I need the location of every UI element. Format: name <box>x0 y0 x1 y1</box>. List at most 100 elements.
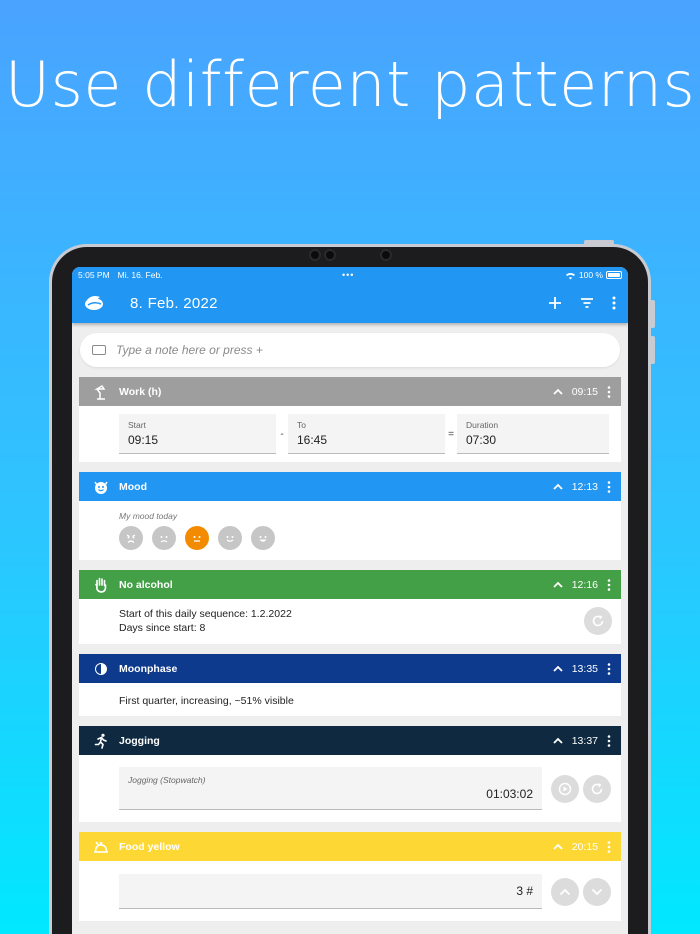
add-icon[interactable] <box>548 296 562 310</box>
counter-field[interactable]: 3 # <box>119 874 542 910</box>
sequence-start-text: Start of this daily sequence: 1.2.2022 <box>119 608 292 620</box>
note-input[interactable]: Type a note here or press + <box>80 333 620 367</box>
separator-dash: - <box>280 428 284 440</box>
mood-faces <box>119 526 613 550</box>
smiley-icon <box>91 478 111 496</box>
duration-label: Duration <box>466 420 499 430</box>
card-jogging: Jogging 13:37 Jogging (Stopwatch) 01:03:… <box>79 726 621 823</box>
decrement-icon[interactable] <box>583 877 611 906</box>
half-moon-icon <box>91 660 111 678</box>
battery-icon <box>606 271 622 279</box>
app-screen: 5:05 PM Mi. 16. Feb. ••• 100 % 8. Feb. 2… <box>72 267 628 934</box>
card-menu-icon[interactable] <box>607 480 611 493</box>
stopwatch-label: Jogging (Stopwatch) <box>128 775 206 786</box>
counter-value: 3 # <box>516 884 533 899</box>
moonphase-body: First quarter, increasing, ~51% visible <box>79 683 621 716</box>
card-title: Food yellow <box>119 840 180 853</box>
card-title: Jogging <box>119 734 160 747</box>
current-date[interactable]: 8. Feb. 2022 <box>130 295 218 312</box>
desk-lamp-icon <box>91 383 111 401</box>
card-title: Mood <box>119 480 147 493</box>
app-bar: 8. Feb. 2022 <box>72 283 628 323</box>
stopwatch-value: 01:03:02 <box>486 787 533 802</box>
card-title: Moonphase <box>119 662 178 675</box>
card-food-yellow: Food yellow 20:15 3 # <box>79 832 621 922</box>
card-menu-icon[interactable] <box>607 840 611 853</box>
separator-equals: = <box>448 428 454 440</box>
chevron-up-icon[interactable] <box>553 737 563 744</box>
neutral-face-icon[interactable] <box>185 526 209 550</box>
more-vert-icon[interactable] <box>612 296 616 310</box>
card-menu-icon[interactable] <box>607 385 611 398</box>
to-value: 16:45 <box>297 433 328 447</box>
increment-icon[interactable] <box>551 877 579 906</box>
duration-field[interactable]: Duration 07:30 <box>457 414 609 454</box>
food-yellow-body: 3 # <box>79 861 621 921</box>
camera-lens <box>324 249 336 261</box>
note-placeholder: Type a note here or press + <box>116 343 263 357</box>
duration-value: 07:30 <box>466 433 497 447</box>
chevron-up-icon[interactable] <box>553 581 563 588</box>
hand-stop-icon <box>91 576 111 594</box>
chevron-up-icon[interactable] <box>553 843 563 850</box>
jogging-body: Jogging (Stopwatch) 01:03:02 <box>79 755 621 822</box>
food-icon <box>91 838 111 856</box>
card-time: 09:15 <box>571 385 598 398</box>
start-value: 09:15 <box>128 433 159 447</box>
reset-icon[interactable] <box>584 607 612 635</box>
moonphase-text: First quarter, increasing, ~51% visible <box>119 695 294 708</box>
chevron-up-icon[interactable] <box>553 388 563 395</box>
card-mood: Mood 12:13 My mood today <box>79 472 621 560</box>
status-date: Mi. 16. Feb. <box>117 270 163 280</box>
card-menu-icon[interactable] <box>607 734 611 747</box>
happy-face-icon[interactable] <box>218 526 242 550</box>
mood-prompt: My mood today <box>119 511 178 521</box>
keyboard-icon <box>92 345 106 355</box>
card-no-alcohol-header[interactable]: No alcohol 12:16 <box>79 570 621 599</box>
work-fields: Start 09:15 - To 16:45 = Duration 07:30 <box>79 406 621 462</box>
chevron-up-icon[interactable] <box>553 665 563 672</box>
sad-face-icon[interactable] <box>152 526 176 550</box>
card-mood-header[interactable]: Mood 12:13 <box>79 472 621 501</box>
card-title: Work (h) <box>119 385 162 398</box>
wifi-icon <box>565 272 575 280</box>
running-icon <box>91 732 111 750</box>
card-menu-icon[interactable] <box>607 662 611 675</box>
card-jogging-header[interactable]: Jogging 13:37 <box>79 726 621 756</box>
status-time: 5:05 PM <box>78 270 110 280</box>
chevron-up-icon[interactable] <box>553 483 563 490</box>
headline: Use different patterns <box>4 48 696 121</box>
card-moonphase: Moonphase 13:35 First quarter, increasin… <box>79 654 621 717</box>
card-time: 13:35 <box>571 662 598 675</box>
mood-body: My mood today <box>79 501 621 560</box>
multitask-dots[interactable]: ••• <box>342 270 354 280</box>
stopwatch-field[interactable]: Jogging (Stopwatch) 01:03:02 <box>119 767 542 811</box>
no-alcohol-body: Start of this daily sequence: 1.2.2022 D… <box>79 599 621 644</box>
start-field[interactable]: Start 09:15 <box>119 414 276 454</box>
card-time: 12:13 <box>571 480 598 493</box>
card-time: 13:37 <box>571 734 598 747</box>
card-title: No alcohol <box>119 578 173 591</box>
status-bar: 5:05 PM Mi. 16. Feb. ••• 100 % <box>72 267 628 283</box>
card-time: 12:16 <box>571 578 598 591</box>
days-since-text: Days since start: 8 <box>119 621 206 634</box>
very-sad-face-icon[interactable] <box>119 526 143 550</box>
card-work: Work (h) 09:15 Start 09:15 - To 16:45 = … <box>79 377 621 462</box>
very-happy-face-icon[interactable] <box>251 526 275 550</box>
card-menu-icon[interactable] <box>607 578 611 591</box>
card-no-alcohol: No alcohol 12:16 Start of this daily seq… <box>79 570 621 645</box>
camera-dot <box>309 249 321 261</box>
reset-icon[interactable] <box>583 774 611 803</box>
start-label: Start <box>128 420 146 430</box>
filter-icon[interactable] <box>580 297 594 309</box>
play-icon[interactable] <box>551 774 579 803</box>
card-work-header[interactable]: Work (h) 09:15 <box>79 377 621 406</box>
card-time: 20:15 <box>571 840 598 853</box>
camera-sensor <box>380 249 392 261</box>
to-field[interactable]: To 16:45 <box>288 414 445 454</box>
card-food-yellow-header[interactable]: Food yellow 20:15 <box>79 832 621 862</box>
card-moonphase-header[interactable]: Moonphase 13:35 <box>79 654 621 684</box>
app-logo-icon[interactable] <box>82 291 106 315</box>
battery-percent: 100 % <box>578 270 603 280</box>
to-label: To <box>297 420 306 430</box>
